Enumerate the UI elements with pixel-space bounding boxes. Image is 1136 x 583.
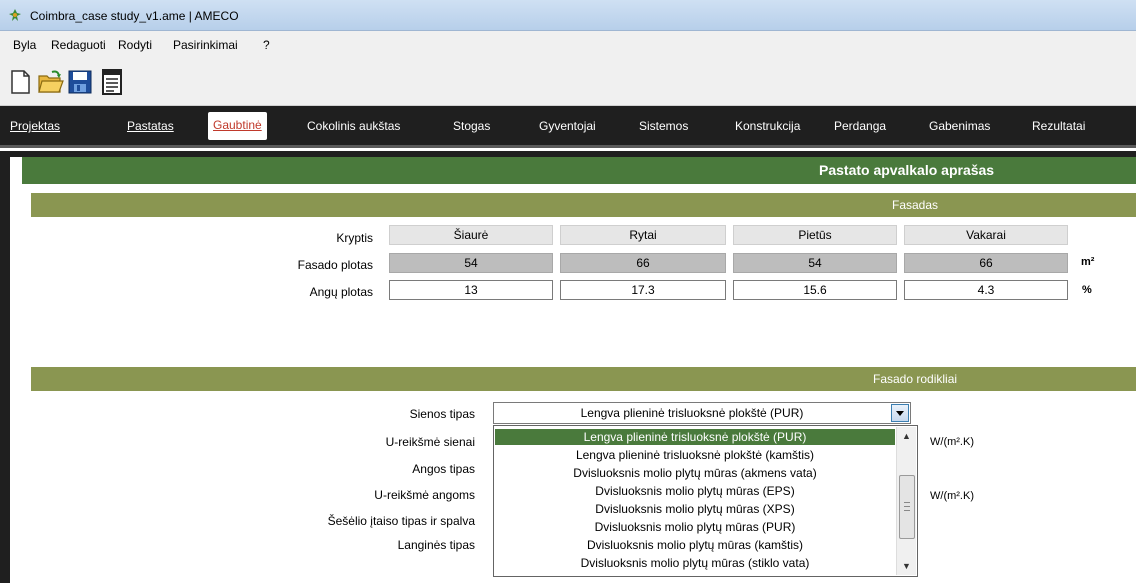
u-window-label: U-reikšmė angoms: [374, 488, 475, 502]
scrollbar-thumb[interactable]: [899, 475, 915, 539]
section-title: Pastato apvalkalo aprašas: [819, 162, 995, 178]
dropdown-option[interactable]: Lengva plieninė trisluoksnė plokštė (kam…: [495, 447, 895, 463]
title-bar: Coimbra_case study_v1.ame | AMECO: [0, 0, 1136, 31]
tab-gaubtine[interactable]: Gaubtinė: [208, 112, 267, 140]
tab-pastatas[interactable]: Pastatas: [127, 119, 174, 133]
indicators-header: Fasado rodikliai: [31, 367, 1136, 391]
facade-area-north: 54: [389, 253, 553, 273]
facade-area-east: 66: [560, 253, 726, 273]
facade-header-label: Fasadas: [892, 198, 939, 212]
window-area-west-input[interactable]: 4.3: [904, 280, 1068, 300]
tab-bar: Projektas Pastatas Gaubtinė Cokolinis au…: [0, 106, 1136, 148]
menu-pasirinkimai[interactable]: Pasirinkimai: [173, 38, 238, 52]
dropdown-option[interactable]: Dvisluoksnis molio plytų mūras (stiklo v…: [495, 555, 895, 571]
menu-rodyti[interactable]: Rodyti: [118, 38, 152, 52]
facade-header: Fasadas: [31, 193, 1136, 217]
facade-area-south: 54: [733, 253, 897, 273]
tab-perdanga[interactable]: Perdanga: [834, 119, 886, 133]
indicators-header-label: Fasado rodikliai: [873, 372, 958, 386]
scroll-down-icon[interactable]: ▼: [902, 561, 911, 571]
chevron-down-icon[interactable]: [891, 404, 909, 422]
dropdown-option[interactable]: Dvisluoksnis molio plytų mūras (akmens v…: [495, 465, 895, 481]
u-wall-unit: W/(m².K): [930, 436, 974, 448]
section-header: Pastato apvalkalo aprašas: [22, 157, 1136, 184]
wall-type-value: Lengva plieninė trisluoksnė plokštė (PUR…: [580, 406, 804, 420]
window-area-east-input[interactable]: 17.3: [560, 280, 726, 300]
u-wall-label: U-reikšmė sienai: [385, 435, 475, 449]
window-type-label: Angos tipas: [412, 462, 475, 476]
dropdown-option[interactable]: Dvisluoksnis molio plytų mūras (XPS): [495, 501, 895, 517]
direction-east: Rytai: [560, 225, 726, 245]
facade-area-west: 66: [904, 253, 1068, 273]
grip-line: [904, 510, 910, 511]
tab-projektas[interactable]: Projektas: [10, 119, 60, 133]
wall-type-dropdown: Lengva plieninė trisluoksnė plokštė (PUR…: [493, 425, 918, 577]
direction-label: Kryptis: [336, 231, 373, 245]
tab-stogas[interactable]: Stogas: [453, 119, 490, 133]
area-unit: m²: [1081, 256, 1095, 268]
direction-south: Pietūs: [733, 225, 897, 245]
grip-line: [904, 506, 910, 507]
menu-byla[interactable]: Byla: [13, 38, 36, 52]
tab-gyventojai[interactable]: Gyventojai: [539, 119, 596, 133]
shutter-type-label: Langinės tipas: [397, 538, 475, 552]
new-file-icon[interactable]: [6, 68, 34, 96]
u-window-unit: W/(m².K): [930, 490, 974, 502]
dropdown-option[interactable]: Dvisluoksnis molio plytų mūras (EPS): [495, 483, 895, 499]
tab-gabenimas[interactable]: Gabenimas: [929, 119, 990, 133]
wall-type-label: Sienos tipas: [409, 407, 475, 421]
window-area-label: Angų plotas: [309, 285, 373, 299]
window-area-north-input[interactable]: 13: [389, 280, 553, 300]
notes-icon[interactable]: [98, 68, 126, 96]
toolbar: [0, 58, 1136, 106]
dropdown-option[interactable]: Dvisluoksnis molio plytų mūras (kamštis): [495, 537, 895, 553]
direction-west: Vakarai: [904, 225, 1068, 245]
scroll-up-icon[interactable]: ▲: [902, 431, 911, 441]
facade-area-label: Fasado plotas: [297, 258, 373, 272]
grip-line: [904, 502, 910, 503]
save-icon[interactable]: [66, 68, 94, 96]
menu-redaguoti[interactable]: Redaguoti: [51, 38, 106, 52]
window-title: Coimbra_case study_v1.ame | AMECO: [30, 9, 239, 23]
app-icon: [9, 9, 21, 21]
menu-bar: Byla Redaguoti Rodyti Pasirinkimai ?: [0, 31, 1136, 58]
tab-rezultatai[interactable]: Rezultatai: [1032, 119, 1085, 133]
tab-cokolinis-aukstas[interactable]: Cokolinis aukštas: [307, 119, 400, 133]
window-area-south-input[interactable]: 15.6: [733, 280, 897, 300]
dropdown-option[interactable]: Dvisluoksnis molio plytų mūras (PUR): [495, 519, 895, 535]
shading-type-label: Šešėlio įtaiso tipas ir spalva: [327, 514, 475, 528]
direction-north: Šiaurė: [389, 225, 553, 245]
menu-help[interactable]: ?: [263, 38, 270, 52]
wall-type-select[interactable]: Lengva plieninė trisluoksnė plokštė (PUR…: [493, 402, 911, 424]
tab-konstrukcija[interactable]: Konstrukcija: [735, 119, 800, 133]
window-area-unit: %: [1082, 284, 1092, 296]
open-folder-icon[interactable]: [36, 68, 64, 96]
dropdown-scrollbar[interactable]: ▲ ▼: [896, 427, 916, 575]
tab-sistemos[interactable]: Sistemos: [639, 119, 688, 133]
dropdown-option[interactable]: Lengva plieninė trisluoksnė plokštė (PUR…: [495, 429, 895, 445]
